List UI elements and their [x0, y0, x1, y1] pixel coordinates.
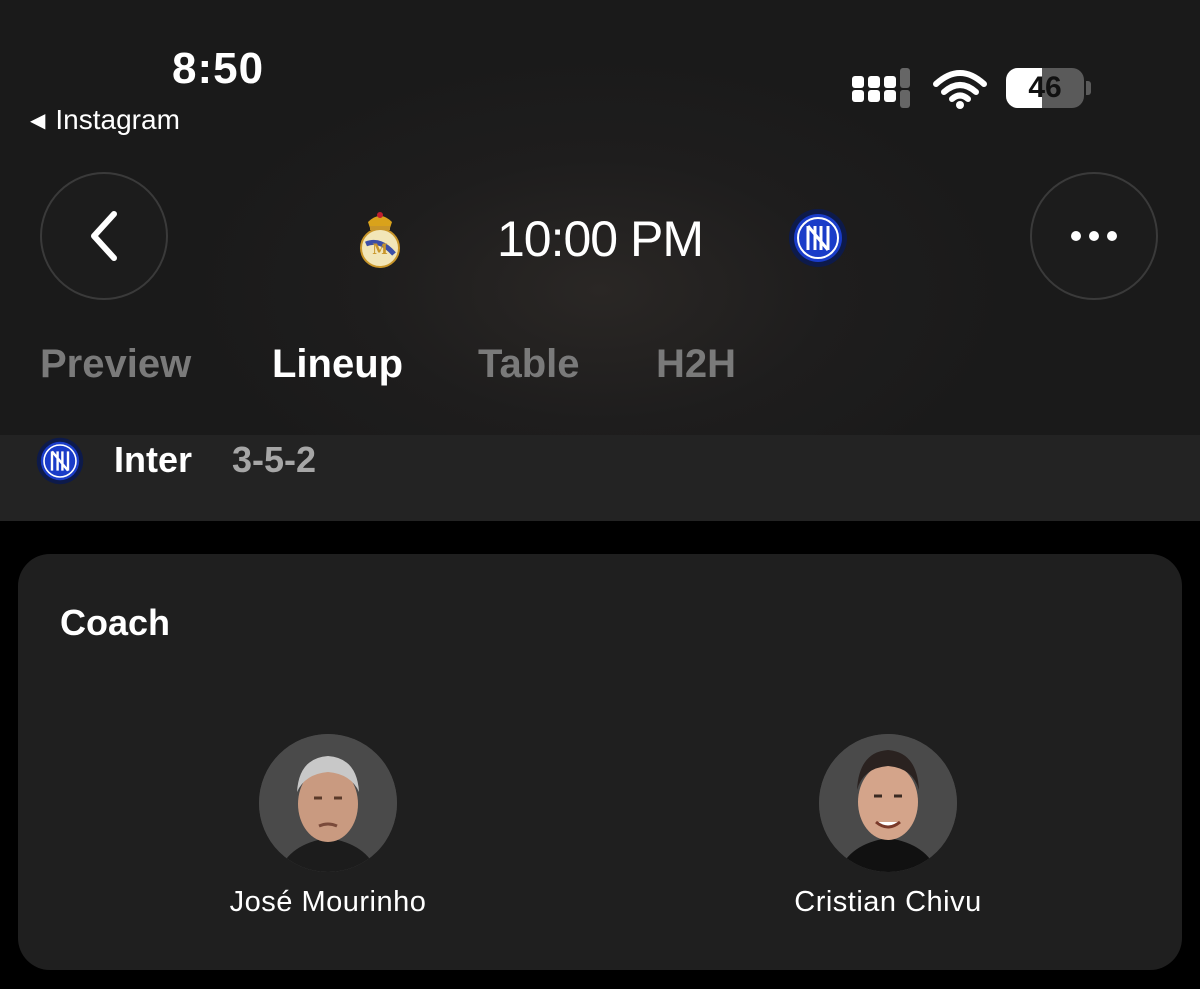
- coach-name: Cristian Chivu: [794, 886, 982, 918]
- team-name: Inter: [114, 439, 193, 480]
- coach-item[interactable]: Cristian Chivu: [718, 734, 1058, 919]
- svg-text:M: M: [372, 242, 388, 258]
- card-title: Coach: [60, 602, 171, 643]
- avatar: [259, 734, 397, 872]
- back-to-app-link[interactable]: ◀ Instagram: [30, 104, 180, 136]
- coach-card: Coach José Mourinho Cristian Chivu: [18, 554, 1182, 970]
- kickoff-time: 10:00 PM: [496, 211, 704, 267]
- tab-lineup[interactable]: Lineup: [272, 342, 403, 387]
- match-tabs: Preview Lineup Table H2H: [0, 342, 1200, 398]
- tab-table[interactable]: Table: [478, 342, 580, 387]
- real-madrid-crest-icon[interactable]: M: [356, 208, 404, 268]
- more-options-button[interactable]: [1030, 172, 1158, 300]
- coach-name: José Mourinho: [229, 886, 427, 918]
- coach-item[interactable]: José Mourinho: [158, 734, 498, 919]
- status-time: 8:50: [172, 44, 265, 93]
- wifi-icon: [933, 70, 987, 109]
- battery-indicator: 46: [1006, 68, 1091, 110]
- back-app-label: Instagram: [55, 104, 180, 135]
- battery-level-text: 46: [1028, 71, 1062, 104]
- person-photo-icon: [819, 734, 957, 872]
- person-photo-icon: [259, 734, 397, 872]
- avatar: [819, 734, 957, 872]
- chevron-left-icon: [91, 211, 117, 261]
- tab-preview[interactable]: Preview: [40, 342, 191, 387]
- more-dots-icon: [1071, 231, 1117, 241]
- back-button[interactable]: [40, 172, 168, 300]
- inter-crest-icon[interactable]: [788, 208, 848, 268]
- team-formation-bar[interactable]: Inter 3-5-2: [0, 435, 1200, 521]
- tab-h2h[interactable]: H2H: [656, 342, 736, 387]
- cellular-signal-icon: [852, 68, 910, 108]
- inter-crest-icon: [36, 437, 84, 485]
- team-formation: 3-5-2: [232, 439, 317, 480]
- back-triangle-icon: ◀: [30, 109, 46, 132]
